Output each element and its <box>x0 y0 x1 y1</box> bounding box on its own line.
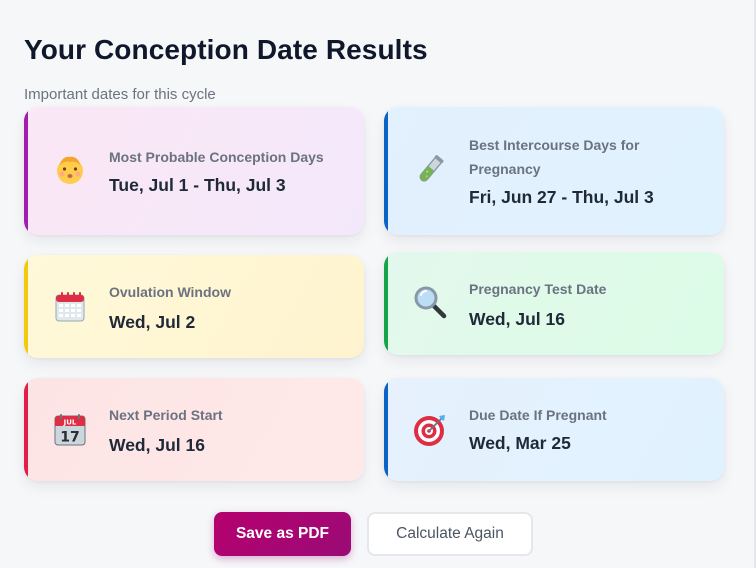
conception-days-card: Most Probable Conception Days Tue, Jul 1… <box>24 107 364 235</box>
ovulation-window-card: Ovulation Window Wed, Jul 2 <box>24 255 364 358</box>
card-label: Pregnancy Test Date <box>469 281 607 297</box>
card-value: Wed, Jul 16 <box>109 435 205 455</box>
card-accent-bar <box>24 107 28 235</box>
magnifying-glass-icon <box>412 284 448 320</box>
card-value: Tue, Jul 1 - Thu, Jul 3 <box>109 175 286 195</box>
page-title: Your Conception Date Results <box>24 34 428 65</box>
card-value: Wed, Jul 16 <box>469 309 565 329</box>
card-label: Due Date If Pregnant <box>469 407 607 423</box>
card-accent-bar <box>24 255 28 358</box>
save-as-pdf-button[interactable]: Save as PDF <box>214 512 351 556</box>
calendar-date-icon: JUL 17 <box>52 412 88 448</box>
due-date-card: Due Date If Pregnant Wed, Mar 25 <box>384 378 724 481</box>
target-icon <box>412 412 448 448</box>
card-accent-bar <box>384 378 388 481</box>
next-period-card: JUL 17 Next Period Start Wed, Jul 16 <box>24 378 364 481</box>
page-subtitle: Important dates for this cycle <box>24 86 216 103</box>
card-value: Wed, Mar 25 <box>469 433 571 453</box>
card-accent-bar <box>24 378 28 481</box>
calendar-month-text: JUL <box>63 418 77 426</box>
card-label: Most Probable Conception Days <box>109 149 324 165</box>
card-accent-bar <box>384 252 388 355</box>
intercourse-days-card: Best Intercourse Days for Pregnancy Fri,… <box>384 107 724 235</box>
card-value: Wed, Jul 2 <box>109 312 196 332</box>
card-label: Best Intercourse Days for Pregnancy <box>469 137 640 177</box>
calculate-again-button[interactable]: Calculate Again <box>367 512 533 556</box>
card-accent-bar <box>384 107 388 235</box>
calendar-icon <box>52 289 88 325</box>
card-label: Next Period Start <box>109 407 223 423</box>
baby-face-icon <box>52 152 88 188</box>
card-label: Ovulation Window <box>109 284 231 300</box>
calendar-day-text: 17 <box>60 430 79 446</box>
test-tube-icon <box>412 152 448 188</box>
card-value: Fri, Jun 27 - Thu, Jul 3 <box>469 187 654 207</box>
pregnancy-test-card: Pregnancy Test Date Wed, Jul 16 <box>384 252 724 355</box>
